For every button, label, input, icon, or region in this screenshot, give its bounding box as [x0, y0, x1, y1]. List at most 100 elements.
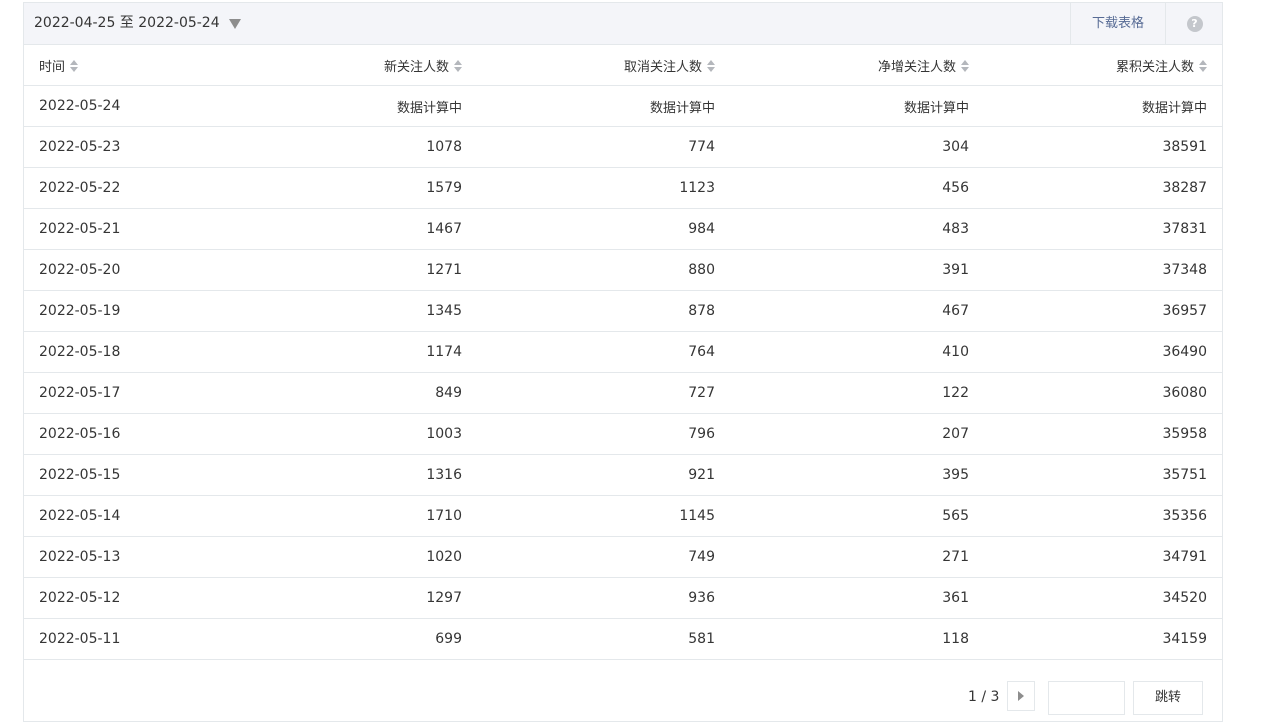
next-page-button[interactable] [1007, 681, 1035, 711]
page-number-input[interactable] [1048, 681, 1125, 715]
cell-new-followers: 1174 [279, 331, 477, 373]
cell-new-followers: 699 [279, 618, 477, 660]
cell-total-followers: 34159 [984, 618, 1222, 660]
cell-date: 2022-05-14 [24, 495, 279, 537]
cell-new-followers: 849 [279, 372, 477, 414]
cell-date: 2022-05-18 [24, 331, 279, 373]
table-row: 2022-05-18 1174 764 410 36490 [24, 331, 1222, 373]
date-range-picker[interactable]: 2022-04-25 至 2022-05-24 [34, 3, 241, 44]
cell-net-growth: 456 [730, 167, 984, 209]
sort-icon [70, 59, 79, 72]
cell-unfollows: 984 [477, 208, 730, 250]
cell-unfollows: 796 [477, 413, 730, 455]
jump-button[interactable]: 跳转 [1133, 681, 1203, 715]
table-row: 2022-05-17 849 727 122 36080 [24, 372, 1222, 414]
column-header-label: 新关注人数 [383, 59, 449, 75]
cell-new-followers: 1345 [279, 290, 477, 332]
cell-unfollows: 774 [477, 126, 730, 168]
caret-down-icon [228, 18, 241, 29]
cell-total-followers: 38287 [984, 167, 1222, 209]
sort-icon [454, 59, 462, 72]
cell-unfollows: 749 [477, 536, 730, 578]
cell-unfollows: 1123 [477, 167, 730, 209]
table-row: 2022-05-16 1003 796 207 35958 [24, 413, 1222, 455]
cell-unfollows: 727 [477, 372, 730, 414]
stats-panel: 2022-04-25 至 2022-05-24 下载表格 ? 时间 新关注人数 … [23, 2, 1223, 722]
cell-unfollows: 936 [477, 577, 730, 619]
column-header-label: 时间 [39, 59, 66, 75]
cell-net-growth: 361 [730, 577, 984, 619]
cell-new-followers: 1271 [279, 249, 477, 291]
caret-right-icon [1018, 691, 1024, 701]
table-row: 2022-05-15 1316 921 395 35751 [24, 454, 1222, 496]
column-header-total-followers[interactable]: 累积关注人数 [984, 45, 1222, 86]
cell-unfollows: 921 [477, 454, 730, 496]
table-row: 2022-05-22 1579 1123 456 38287 [24, 167, 1222, 209]
table-row: 2022-05-14 1710 1145 565 35356 [24, 495, 1222, 537]
page-indicator: 1 / 3 [968, 689, 1000, 705]
cell-total-followers: 37831 [984, 208, 1222, 250]
cell-new-followers: 1316 [279, 454, 477, 496]
sort-icon [1199, 59, 1207, 72]
table-row: 2022-05-12 1297 936 361 34520 [24, 577, 1222, 619]
cell-unfollows: 数据计算中 [477, 85, 730, 127]
pagination: 1 / 3 跳转 [24, 680, 1222, 716]
table-row: 2022-05-13 1020 749 271 34791 [24, 536, 1222, 578]
table-row: 2022-05-24 数据计算中 数据计算中 数据计算中 数据计算中 [24, 85, 1222, 127]
help-button[interactable]: ? [1166, 3, 1223, 44]
cell-total-followers: 35356 [984, 495, 1222, 537]
cell-net-growth: 118 [730, 618, 984, 660]
cell-new-followers: 1579 [279, 167, 477, 209]
cell-net-growth: 数据计算中 [730, 85, 984, 127]
sort-icon [707, 59, 715, 72]
cell-unfollows: 1145 [477, 495, 730, 537]
table-row: 2022-05-20 1271 880 391 37348 [24, 249, 1222, 291]
cell-unfollows: 878 [477, 290, 730, 332]
cell-unfollows: 764 [477, 331, 730, 373]
column-header-label: 取消关注人数 [623, 59, 702, 75]
cell-date: 2022-05-21 [24, 208, 279, 250]
cell-total-followers: 34791 [984, 536, 1222, 578]
cell-date: 2022-05-17 [24, 372, 279, 414]
cell-net-growth: 391 [730, 249, 984, 291]
table-row: 2022-05-11 699 581 118 34159 [24, 618, 1222, 660]
cell-date: 2022-05-19 [24, 290, 279, 332]
cell-new-followers: 数据计算中 [279, 85, 477, 127]
table-row: 2022-05-19 1345 878 467 36957 [24, 290, 1222, 332]
column-header-new-followers[interactable]: 新关注人数 [279, 45, 477, 86]
cell-net-growth: 271 [730, 536, 984, 578]
cell-net-growth: 122 [730, 372, 984, 414]
cell-net-growth: 410 [730, 331, 984, 373]
stats-table: 时间 新关注人数 取消关注人数 净增关注人数 累积关注人数 2022-05-24 [24, 45, 1222, 660]
cell-new-followers: 1078 [279, 126, 477, 168]
cell-new-followers: 1710 [279, 495, 477, 537]
cell-date: 2022-05-15 [24, 454, 279, 496]
table-row: 2022-05-21 1467 984 483 37831 [24, 208, 1222, 250]
cell-new-followers: 1003 [279, 413, 477, 455]
date-range-label: 2022-04-25 至 2022-05-24 [34, 15, 220, 31]
cell-total-followers: 36957 [984, 290, 1222, 332]
download-table-button[interactable]: 下载表格 [1070, 3, 1166, 44]
column-header-unfollows[interactable]: 取消关注人数 [477, 45, 730, 86]
table-body: 2022-05-24 数据计算中 数据计算中 数据计算中 数据计算中 2022-… [24, 85, 1222, 660]
cell-date: 2022-05-23 [24, 126, 279, 168]
cell-date: 2022-05-22 [24, 167, 279, 209]
column-header-label: 累积关注人数 [1115, 59, 1194, 75]
cell-new-followers: 1020 [279, 536, 477, 578]
cell-new-followers: 1467 [279, 208, 477, 250]
cell-date: 2022-05-13 [24, 536, 279, 578]
cell-net-growth: 565 [730, 495, 984, 537]
cell-unfollows: 581 [477, 618, 730, 660]
cell-net-growth: 483 [730, 208, 984, 250]
table-toolbar: 2022-04-25 至 2022-05-24 下载表格 ? [24, 3, 1222, 45]
help-icon: ? [1186, 15, 1203, 32]
column-header-net-growth[interactable]: 净增关注人数 [730, 45, 984, 86]
cell-date: 2022-05-12 [24, 577, 279, 619]
cell-net-growth: 304 [730, 126, 984, 168]
cell-net-growth: 467 [730, 290, 984, 332]
column-header-time[interactable]: 时间 [24, 45, 279, 86]
cell-net-growth: 395 [730, 454, 984, 496]
cell-date: 2022-05-20 [24, 249, 279, 291]
cell-unfollows: 880 [477, 249, 730, 291]
table-row: 2022-05-23 1078 774 304 38591 [24, 126, 1222, 168]
